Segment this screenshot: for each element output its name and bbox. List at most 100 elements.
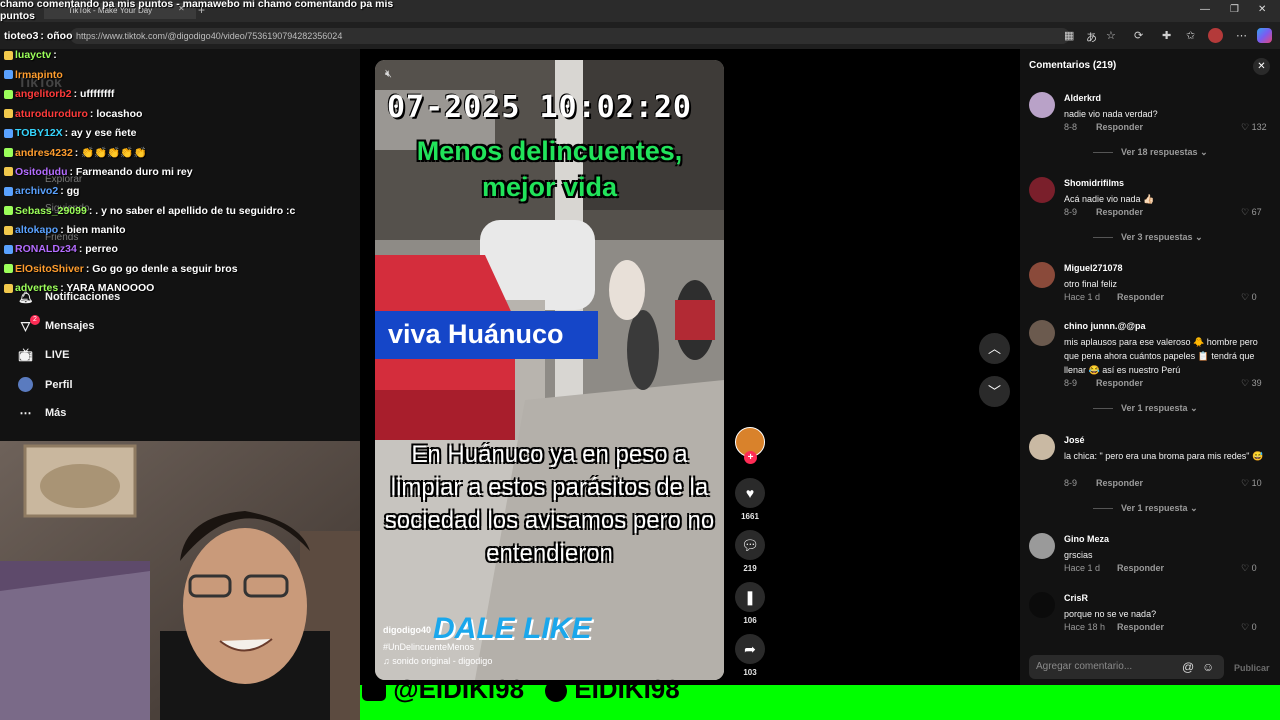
chat-message: altokapo: bien manito <box>4 224 126 236</box>
chat-username: altokapo <box>15 224 59 236</box>
reply-button[interactable]: Responder <box>1117 292 1164 302</box>
star-icon[interactable]: ☆ <box>1106 29 1116 42</box>
comment-username[interactable]: Gino Meza <box>1064 534 1109 544</box>
translate-icon[interactable]: あ <box>1086 29 1097 45</box>
chat-message: andres4232: 👏👏👏👏👏 <box>4 146 147 159</box>
favorites-icon[interactable]: ✩ <box>1186 29 1195 42</box>
comment-like-button[interactable]: ♡ 10 <box>1241 478 1262 489</box>
post-button[interactable]: Publicar <box>1234 663 1270 673</box>
comment-username[interactable]: Alderkrd <box>1064 93 1101 103</box>
refresh-icon[interactable]: ⟳ <box>1134 29 1143 42</box>
profile-avatar[interactable] <box>1208 28 1223 43</box>
comment-like-button[interactable]: ♡ 39 <box>1241 378 1262 389</box>
next-video-button[interactable]: ﹀ <box>979 376 1010 407</box>
reply-button[interactable]: Responder <box>1096 207 1143 217</box>
close-window-icon[interactable]: ✕ <box>1258 4 1266 15</box>
comment-like-button[interactable]: ♡ 0 <box>1241 292 1257 303</box>
comment-like-button[interactable]: ♡ 0 <box>1241 622 1257 633</box>
view-replies-button[interactable]: Ver 1 respuesta ⌄ <box>1093 503 1198 514</box>
comment-avatar[interactable] <box>1029 320 1055 346</box>
reply-button[interactable]: Responder <box>1096 378 1143 388</box>
comment-text: nadie vio nada verdad? <box>1064 109 1158 119</box>
chat-text: : perreo <box>78 243 118 256</box>
comment-username[interactable]: Shomidrifilms <box>1064 178 1124 188</box>
chat-username: andres4232 <box>15 146 73 159</box>
messages-badge: 2 <box>30 315 40 325</box>
maximize-icon[interactable]: ❐ <box>1230 4 1239 15</box>
minimize-icon[interactable]: — <box>1200 4 1210 15</box>
video-player[interactable]: 🔇︎ 07-2025 10:02:20 Menos delincuentes, … <box>375 60 724 680</box>
share-count: 103 <box>743 668 757 677</box>
comment-input[interactable]: Agregar comentario... <box>1029 655 1224 679</box>
copilot-icon[interactable] <box>1257 28 1272 43</box>
comment-username[interactable]: chino junnn.@@pa <box>1064 321 1146 331</box>
chat-username: Sebass_29099 <box>15 204 87 217</box>
view-replies-label: Ver 1 respuesta <box>1121 403 1188 413</box>
extensions-icon[interactable]: ✚ <box>1162 29 1171 42</box>
comment-like-count: 39 <box>1251 378 1262 388</box>
video-sound[interactable]: ♫ sonido original - digodigo <box>383 656 492 666</box>
video-hashtag[interactable]: #UnDelincuenteMenos <box>383 642 474 652</box>
chat-message: aturoduroduro: locashoo <box>4 108 142 120</box>
comment-like-count: 0 <box>1251 292 1257 302</box>
follow-plus-icon[interactable]: + <box>744 451 757 464</box>
reply-button[interactable]: Responder <box>1117 563 1164 573</box>
comment-like-button[interactable]: ♡ 132 <box>1241 122 1267 133</box>
video-timestamp: 07-2025 10:02:20 <box>387 90 692 125</box>
comment-like-count: 132 <box>1251 122 1267 132</box>
chat-badge-icon <box>4 89 13 99</box>
chat-badge-icon <box>4 244 13 254</box>
comment-username[interactable]: José <box>1064 435 1085 445</box>
comment-avatar[interactable] <box>1029 262 1055 288</box>
comment-avatar[interactable] <box>1029 592 1055 618</box>
tiktok-icon <box>545 680 567 703</box>
reply-button[interactable]: Responder <box>1096 478 1143 488</box>
chat-message: archivo2: gg <box>4 185 79 197</box>
previous-video-button[interactable]: ︿ <box>979 333 1010 364</box>
chat-badge-icon <box>4 148 13 158</box>
comment-text: porque no se ve nada? <box>1064 609 1157 619</box>
comment-username[interactable]: CrisR <box>1064 593 1088 603</box>
comment-avatar[interactable] <box>1029 177 1055 203</box>
reply-button[interactable]: Responder <box>1096 122 1143 132</box>
chat-badge-icon <box>4 109 13 119</box>
sidebar-item-profile[interactable]: Perfil <box>18 377 73 392</box>
sidebar-item-more[interactable]: ⋯ Más <box>18 406 67 420</box>
comment-date: 8-9 <box>1064 478 1078 488</box>
reply-button[interactable]: Responder <box>1117 622 1164 632</box>
mute-icon[interactable]: 🔇︎ <box>385 68 392 81</box>
comment-button[interactable]: 💬︎ 219 <box>733 530 767 573</box>
heart-outline-icon: ♡ <box>1241 378 1252 388</box>
save-button[interactable]: ❚ 106 <box>733 582 767 625</box>
more-icon: ⋯ <box>19 406 32 420</box>
sidebar-item-label: Perfil <box>45 378 73 391</box>
address-bar[interactable]: https://www.tiktok.com/@digodigo40/video… <box>70 28 1070 44</box>
comment-like-button[interactable]: ♡ 0 <box>1241 563 1257 574</box>
like-button[interactable]: ♥ 1661 <box>733 478 767 521</box>
video-caption-line2: mejor vida <box>481 172 618 202</box>
mention-icon[interactable]: @ <box>1182 660 1194 674</box>
comment-avatar[interactable] <box>1029 434 1055 460</box>
close-icon[interactable]: ✕ <box>1253 58 1270 75</box>
comment-avatar[interactable] <box>1029 533 1055 559</box>
chat-text: : gg <box>60 185 80 198</box>
comment-avatar[interactable] <box>1029 92 1055 118</box>
view-replies-button[interactable]: Ver 3 respuestas ⌄ <box>1093 232 1203 243</box>
share-button[interactable]: ➦ 103 <box>733 634 767 677</box>
view-replies-button[interactable]: Ver 1 respuesta ⌄ <box>1093 403 1198 414</box>
view-replies-button[interactable]: Ver 18 respuestas ⌄ <box>1093 147 1208 158</box>
sidebar-item-live[interactable]: 📺︎ LIVE <box>18 348 69 362</box>
comment-text: otro final feliz <box>1064 279 1118 289</box>
grid-icon[interactable]: ▦ <box>1064 29 1074 42</box>
bookmark-icon: ❚ <box>735 582 765 612</box>
comment-username[interactable]: Miguel271078 <box>1064 263 1123 273</box>
chat-username: luayctv <box>15 49 52 62</box>
video-banner: viva Huánuco <box>375 311 598 359</box>
chevron-down-icon: ⌄ <box>1200 147 1208 157</box>
comment-like-button[interactable]: ♡ 67 <box>1241 207 1262 218</box>
video-author[interactable]: digodigo40 <box>383 625 431 635</box>
comment-date: Hace 1 d <box>1064 292 1101 302</box>
emoji-icon[interactable]: ☺ <box>1202 660 1214 674</box>
menu-dots-icon[interactable]: ⋯ <box>1236 29 1247 42</box>
chat-username: Ositodudu <box>15 165 68 178</box>
